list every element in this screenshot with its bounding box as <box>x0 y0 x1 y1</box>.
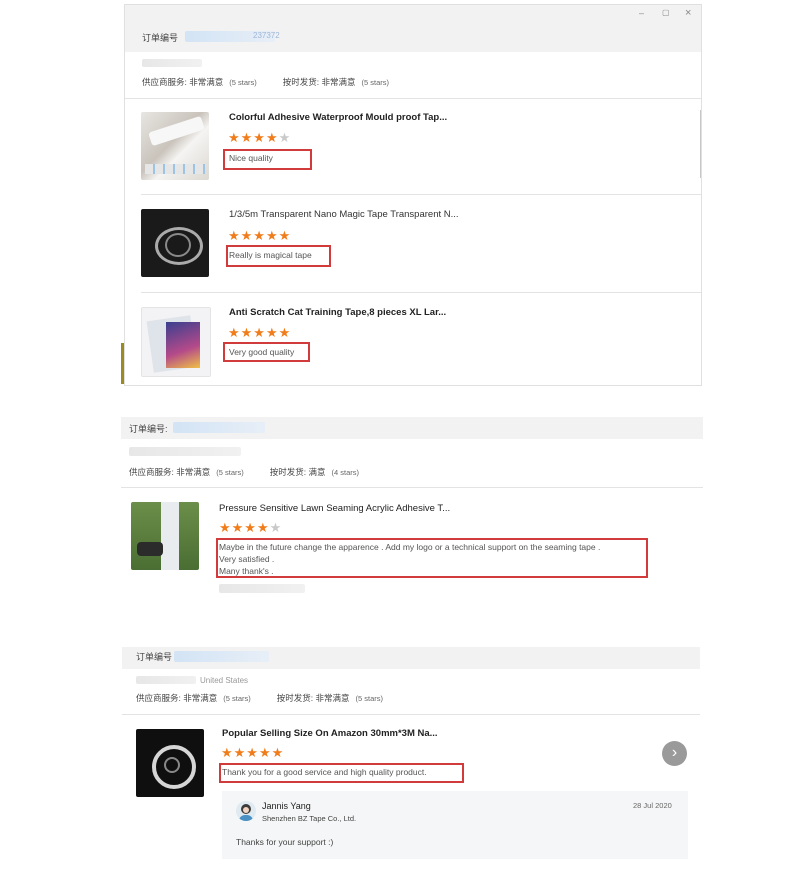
divider <box>122 714 700 715</box>
star-icon: ★★★★ <box>219 520 270 535</box>
order-header-1: – ▢ × 订单编号 237372 <box>125 5 701 52</box>
rating-stars: ★★★★★ <box>228 326 291 339</box>
avatar <box>236 801 256 821</box>
highlight-box <box>226 245 331 267</box>
highlight-box <box>223 342 310 362</box>
order-number-label: 订单编号 <box>136 652 173 662</box>
star-icon: ★★★★★ <box>228 325 292 340</box>
order-ratings-3: 供应商服务: 非常满意 (5 stars) 按时发货: 非常满意 (5 stars) <box>136 692 383 704</box>
product-title[interactable]: Pressure Sensitive Lawn Seaming Acrylic … <box>219 503 450 514</box>
divider <box>141 292 701 293</box>
product-title[interactable]: Popular Selling Size On Amazon 30mm*3M N… <box>222 728 438 739</box>
supplier-service-rating: 供应商服务: 非常满意 <box>142 77 224 87</box>
seller-reply: Jannis Yang Shenzhen BZ Tape Co., Ltd. 2… <box>222 791 688 859</box>
supplier-service-stars: (5 stars) <box>229 78 257 87</box>
chevron-right-icon: › <box>671 744 678 761</box>
redacted-info <box>136 676 196 684</box>
rating-stars: ★★★★★ <box>221 746 284 759</box>
divider <box>141 194 701 195</box>
reply-text: Thanks for your support :) <box>236 837 334 847</box>
reply-company: Shenzhen BZ Tape Co., Ltd. <box>262 814 357 823</box>
supplier-service-stars: (5 stars) <box>216 468 244 477</box>
close-icon[interactable]: × <box>685 7 691 19</box>
highlight-box <box>219 763 464 783</box>
order-number-label: 订单编号: <box>129 424 168 434</box>
divider <box>125 98 701 99</box>
order-panel-2: 订单编号: 供应商服务: 非常满意 (5 stars) 按时发货: 满意 (4 sta… <box>121 417 703 597</box>
order-number-redacted <box>173 422 265 433</box>
star-icon: ★★★★★ <box>221 745 285 760</box>
order-panel-1: – ▢ × 订单编号 237372 供应商服务: 非常满意 (5 stars) 按时… <box>124 4 702 386</box>
product-title[interactable]: 1/3/5m Transparent Nano Magic Tape Trans… <box>229 209 459 220</box>
minimize-icon[interactable]: – <box>639 8 644 18</box>
rating-stars: ★★★★★ <box>228 131 291 144</box>
order-header-2: 订单编号: <box>121 417 703 439</box>
order-number-redacted <box>174 651 269 662</box>
rating-stars: ★★★★★ <box>219 521 282 534</box>
highlight-box <box>223 149 312 170</box>
supplier-service-rating: 供应商服务: 非常满意 <box>129 467 211 477</box>
product-image[interactable] <box>141 112 209 180</box>
product-image[interactable] <box>141 307 211 377</box>
order-number-partial: 237372 <box>253 31 280 40</box>
left-edge-strip <box>121 343 124 384</box>
star-icon: ★★★★ <box>228 130 279 145</box>
highlight-box <box>216 538 648 578</box>
next-button[interactable]: › <box>662 741 687 766</box>
product-title[interactable]: Anti Scratch Cat Training Tape,8 pieces … <box>229 307 446 318</box>
order-ratings-1: 供应商服务: 非常满意 (5 stars) 按时发货: 非常满意 (5 stars) <box>142 76 389 88</box>
order-ratings-2: 供应商服务: 非常满意 (5 stars) 按时发货: 满意 (4 stars) <box>129 466 359 478</box>
divider <box>121 487 703 488</box>
right-edge-strip <box>700 110 701 178</box>
redacted-info <box>219 584 305 593</box>
star-icon: ★★★★★ <box>228 228 292 243</box>
supplier-service-stars: (5 stars) <box>223 694 251 703</box>
shipping-stars: (5 stars) <box>361 78 389 87</box>
redacted-info <box>142 59 202 67</box>
country-label: United States <box>200 676 249 685</box>
reply-date: 28 Jul 2020 <box>633 801 672 810</box>
reply-author-name: Jannis Yang <box>262 801 311 811</box>
supplier-service-rating: 供应商服务: 非常满意 <box>136 693 218 703</box>
order-number-label: 订单编号 <box>142 33 179 43</box>
maximize-icon[interactable]: ▢ <box>662 8 670 17</box>
shipping-stars: (4 stars) <box>331 468 359 477</box>
rating-stars: ★★★★★ <box>228 229 291 242</box>
shipping-rating: 按时发货: 满意 <box>269 467 326 477</box>
star-empty-icon: ★ <box>278 130 292 145</box>
redacted-info <box>129 447 241 456</box>
product-image[interactable] <box>141 209 209 277</box>
product-title[interactable]: Colorful Adhesive Waterproof Mould proof… <box>229 112 447 123</box>
product-image[interactable] <box>131 502 199 570</box>
shipping-rating: 按时发货: 非常满意 <box>282 77 356 87</box>
order-panel-3: 订单编号 United States 供应商服务: 非常满意 (5 stars) 按… <box>122 647 700 879</box>
order-header-3: 订单编号 <box>122 647 700 669</box>
shipping-rating: 按时发货: 非常满意 <box>276 693 350 703</box>
shipping-stars: (5 stars) <box>355 694 383 703</box>
star-empty-icon: ★ <box>269 520 283 535</box>
product-image[interactable] <box>136 729 204 797</box>
